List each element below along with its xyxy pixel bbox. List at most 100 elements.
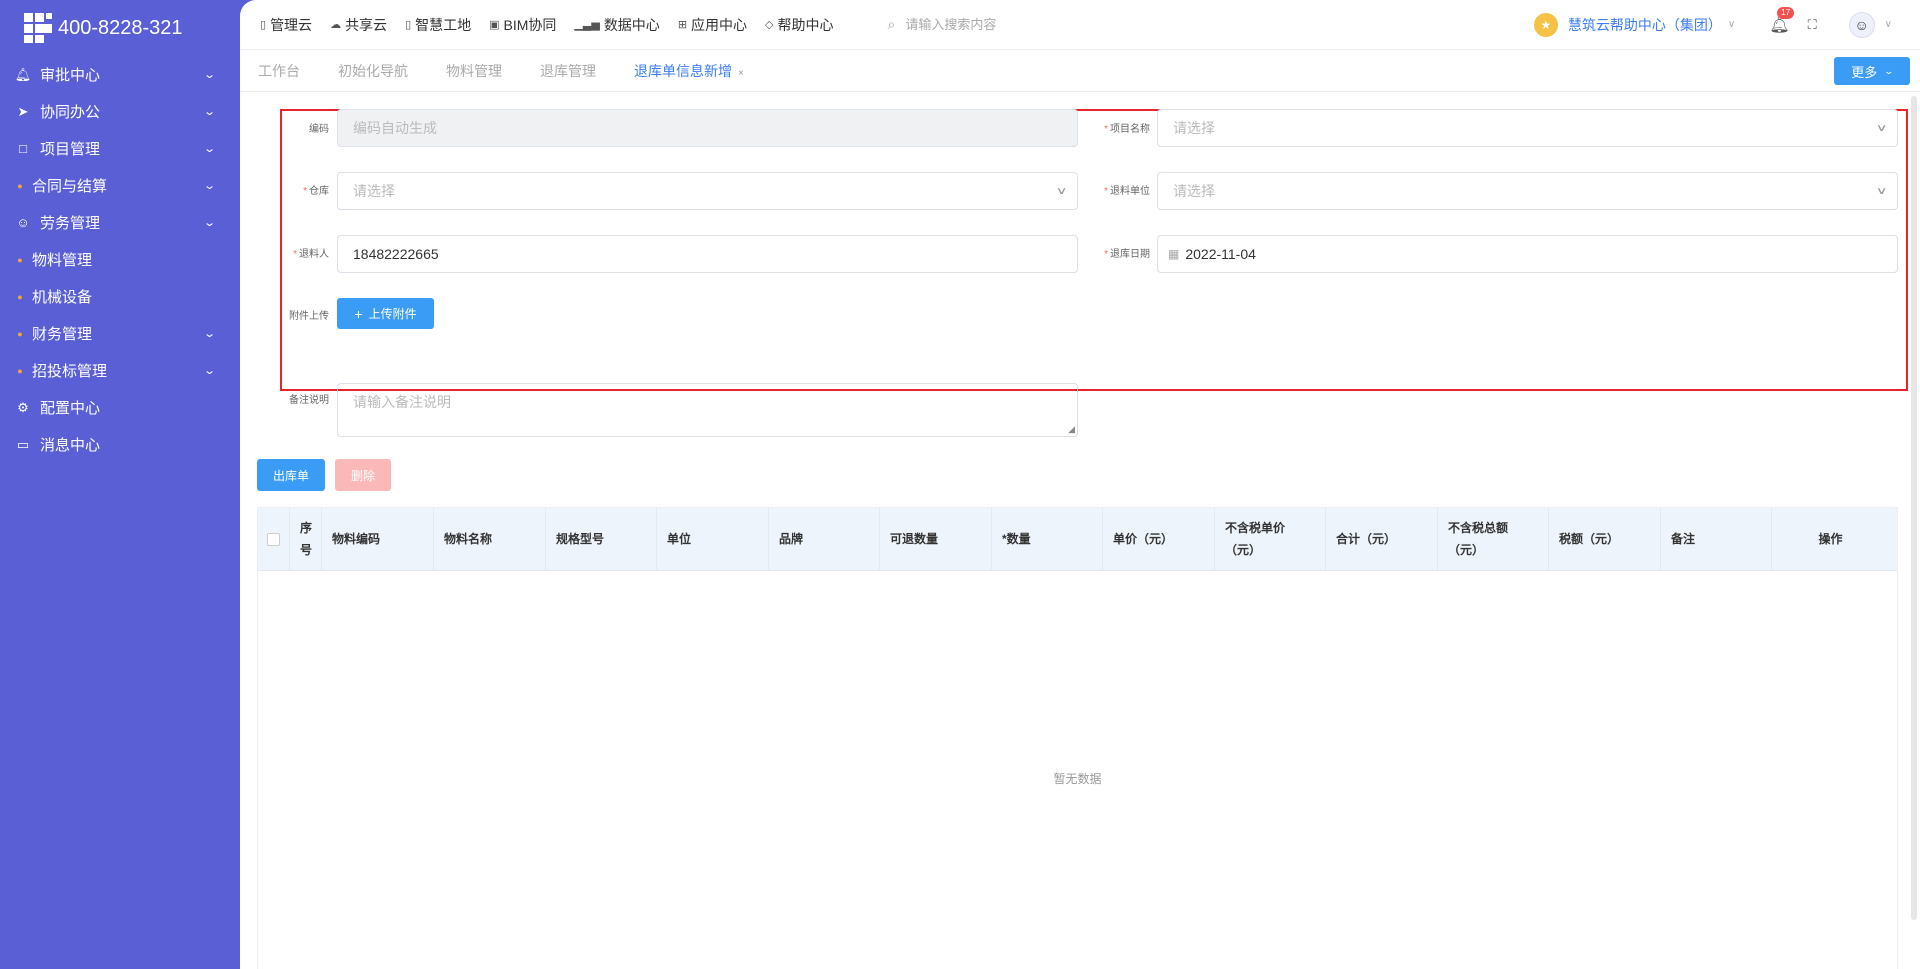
sidebar-item-label: 机械设备 xyxy=(32,289,93,306)
return-unit-label: * 退料单位 xyxy=(1070,182,1150,197)
send-icon: ➤ xyxy=(17,103,29,119)
dot-icon: ● xyxy=(17,291,23,302)
project-select[interactable]: 请选择 ∨ xyxy=(1157,109,1898,147)
warehouse-select[interactable]: 请选择 ∨ xyxy=(337,172,1078,210)
search-icon: ⌕ xyxy=(887,16,896,32)
date-value: 2022-11-04 xyxy=(1185,246,1256,262)
notification-bell-icon[interactable]: 🔔︎ 17 xyxy=(1769,6,1795,35)
sidebar-item-finance[interactable]: ● 财务管理 ⌄ xyxy=(0,315,240,352)
top-nav: ▯ 管理云 ☁︎ 共享云 ▯ 智慧工地 ▣ BIM协同 ▁▃▅ 数据中心 ⊞ 应用中心 ◇ 帮… xyxy=(260,15,852,35)
tab-workbench[interactable]: 工作台 xyxy=(258,61,300,81)
remark-label: 备注说明 xyxy=(249,391,329,406)
chevron-down-icon: ⌄ xyxy=(202,180,216,192)
fullscreen-icon[interactable]: ⛶ xyxy=(1808,17,1817,33)
avatar[interactable]: ☺ xyxy=(1848,11,1875,38)
table-header: 序号 物料编码 物料名称 规格型号 单位 品牌 可退数量 *数量 单价（元） 不… xyxy=(258,508,1897,571)
chevron-down-icon[interactable]: ∨ xyxy=(1885,19,1892,30)
sidebar-item-label: 协同办公 xyxy=(40,104,101,121)
sidebar-item-messages[interactable]: ▭ 消息中心 xyxy=(0,426,240,463)
topnav-label: 应用中心 xyxy=(691,16,748,33)
topnav-smart-site[interactable]: ▯ 智慧工地 xyxy=(405,15,471,35)
label-text: 退料人 xyxy=(299,249,329,260)
column-header: 备注 xyxy=(1661,508,1772,570)
scrollbar[interactable] xyxy=(1911,96,1917,920)
sidebar-item-bidding[interactable]: ● 招投标管理 ⌄ xyxy=(0,352,240,389)
attachment-label: 附件上传 xyxy=(249,307,329,322)
remark-textarea[interactable]: 请输入备注说明 ◢ xyxy=(337,383,1078,437)
chevron-down-icon[interactable]: ∨ xyxy=(1728,19,1735,30)
topnav-shared-cloud[interactable]: ☁︎ 共享云 xyxy=(330,15,387,35)
search-input[interactable] xyxy=(905,17,1146,32)
column-header: 不含税总额 （元） xyxy=(1438,508,1549,570)
global-search: ⌕ xyxy=(888,16,1188,33)
tab-return-management[interactable]: 退库管理 xyxy=(540,61,596,81)
upload-attachment-button[interactable]: + 上传附件 xyxy=(337,298,434,329)
tab-return-new[interactable]: 退库单信息新增 × xyxy=(634,61,744,81)
sidebar-item-label: 劳务管理 xyxy=(40,215,101,232)
sidebar-item-label: 合同与结算 xyxy=(32,178,108,195)
code-label: 编码 xyxy=(249,120,329,135)
topnav-help-center[interactable]: ◇ 帮助中心 xyxy=(765,15,833,35)
topnav-label: 共享云 xyxy=(345,16,388,33)
required-mark: * xyxy=(1104,124,1108,135)
bell-icon: 🔔︎ xyxy=(14,66,32,82)
sidebar-item-label: 配置中心 xyxy=(40,400,101,417)
sidebar-item-labor[interactable]: ☺ 劳务管理 ⌄ xyxy=(0,204,240,241)
label-text: 编码 xyxy=(309,124,329,135)
plus-icon: + xyxy=(354,305,363,322)
code-input[interactable]: 编码自动生成 xyxy=(337,109,1078,147)
sidebar-item-config[interactable]: ⚙ 配置中心 xyxy=(0,389,240,426)
column-header: *数量 xyxy=(992,508,1103,570)
sidebar-menu: 🔔︎ 审批中心 ⌄ ➤ 协同办公 ⌄ □ 项目管理 ⌄ ● 合同与结算 ⌄ ☺ … xyxy=(0,56,240,463)
sidebar-item-contract[interactable]: ● 合同与结算 ⌄ xyxy=(0,167,240,204)
resize-handle-icon[interactable]: ◢ xyxy=(1068,424,1075,435)
sidebar-item-label: 审批中心 xyxy=(40,67,101,84)
out-order-button[interactable]: 出库单 xyxy=(257,459,325,491)
org-icon: ★ xyxy=(1533,12,1558,37)
book-icon: □ xyxy=(19,141,27,156)
dot-icon: ● xyxy=(17,328,23,339)
return-unit-select[interactable]: 请选择 ∨ xyxy=(1157,172,1898,210)
chevron-down-icon: ⌄ xyxy=(1883,65,1895,76)
header-line: 不含税总额 xyxy=(1448,521,1509,535)
sidebar-item-label: 项目管理 xyxy=(40,141,101,158)
header-line: （元） xyxy=(1225,543,1262,557)
topnav-label: 数据中心 xyxy=(603,16,660,33)
sidebar-item-material[interactable]: ● 物料管理 xyxy=(0,241,240,278)
doc-icon: ▯ xyxy=(260,19,267,31)
select-placeholder: 请选择 xyxy=(1173,183,1215,199)
sidebar: 400-8228-321 🔔︎ 审批中心 ⌄ ➤ 协同办公 ⌄ □ 项目管理 ⌄… xyxy=(0,0,240,969)
return-date-picker[interactable]: ▦ 2022-11-04 xyxy=(1157,235,1898,273)
sidebar-item-label: 招投标管理 xyxy=(32,363,108,380)
topnav-data-center[interactable]: ▁▃▅ 数据中心 xyxy=(574,15,659,35)
logo[interactable]: 400-8228-321 xyxy=(0,0,240,56)
topnav-management-cloud[interactable]: ▯ 管理云 xyxy=(260,15,312,35)
tab-material[interactable]: 物料管理 xyxy=(446,61,502,81)
dot-icon: ● xyxy=(17,365,23,376)
topnav-bim[interactable]: ▣ BIM协同 xyxy=(489,15,556,35)
column-header: 税额（元） xyxy=(1549,508,1661,570)
chevron-down-icon: ∨ xyxy=(1055,185,1068,197)
required-mark: * xyxy=(303,186,307,197)
sidebar-item-approval[interactable]: 🔔︎ 审批中心 ⌄ xyxy=(0,56,240,93)
tab-init-nav[interactable]: 初始化导航 xyxy=(338,61,408,81)
topnav-label: 智慧工地 xyxy=(415,16,472,33)
close-icon[interactable]: × xyxy=(738,68,744,79)
sidebar-item-project[interactable]: □ 项目管理 ⌄ xyxy=(0,130,240,167)
label-text: 附件上传 xyxy=(289,311,329,322)
material-table: 序号 物料编码 物料名称 规格型号 单位 品牌 可退数量 *数量 单价（元） 不… xyxy=(257,507,1898,969)
returner-input[interactable]: 18482222665 xyxy=(337,235,1078,273)
sidebar-item-label: 消息中心 xyxy=(40,437,101,454)
delete-button[interactable]: 删除 xyxy=(335,459,391,491)
more-button[interactable]: 更多 ⌄ xyxy=(1834,57,1910,85)
user-icon: ☺ xyxy=(16,215,30,230)
sidebar-item-collaboration[interactable]: ➤ 协同办公 ⌄ xyxy=(0,93,240,130)
select-all-checkbox[interactable] xyxy=(267,532,280,546)
header-line: 不含税单价 xyxy=(1225,521,1286,535)
select-all-cell xyxy=(258,508,290,570)
topnav-app-center[interactable]: ⊞ 应用中心 xyxy=(678,15,747,35)
chevron-down-icon: ⌄ xyxy=(202,365,216,377)
org-switcher[interactable]: 慧筑云帮助中心（集团） xyxy=(1568,15,1722,35)
sidebar-item-machinery[interactable]: ● 机械设备 xyxy=(0,278,240,315)
project-label: * 项目名称 xyxy=(1070,120,1150,135)
